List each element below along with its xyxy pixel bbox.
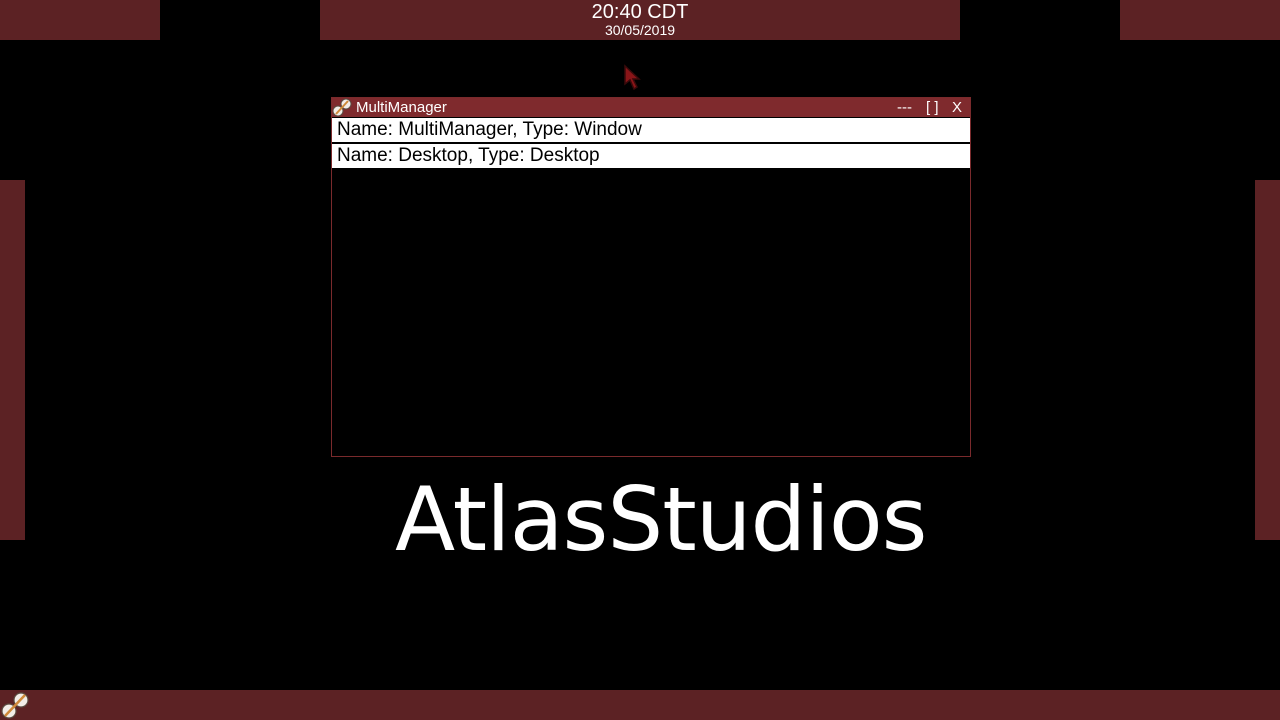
clock-time: 20:40 CDT [591,1,689,23]
clock-bar: 20:40 CDT 30/05/2019 [320,0,960,40]
list-item[interactable]: Name: MultiManager, Type: Window [332,118,970,142]
app-logo-icon [332,98,352,117]
left-edge-panel [0,180,25,540]
window-title: MultiManager [356,99,447,116]
top-right-panel [1120,0,1280,40]
close-button[interactable]: X [952,99,962,117]
taskbar [0,690,1280,720]
top-left-panel [0,0,160,40]
multimanager-window[interactable]: MultiManager --- [ ] X Name: MultiManage… [331,97,971,457]
window-titlebar[interactable]: MultiManager --- [ ] X [332,98,970,117]
app-logo-icon [1,692,29,719]
clock-date: 30/05/2019 [604,22,676,38]
right-edge-panel [1255,180,1280,540]
start-button[interactable] [0,690,32,720]
desktop-logo-text: AtlasStudios [395,468,928,571]
maximize-button[interactable]: [ ] [926,99,939,117]
mouse-cursor-icon [624,64,641,91]
list-item[interactable]: Name: Desktop, Type: Desktop [332,144,970,168]
minimize-button[interactable]: --- [897,99,912,117]
